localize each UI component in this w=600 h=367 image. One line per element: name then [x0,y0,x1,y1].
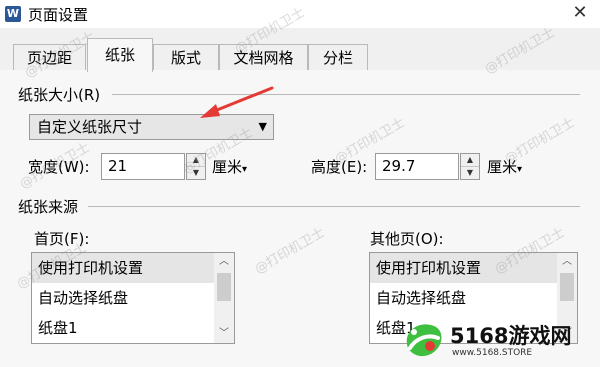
logo-url: www.5168.STORE [452,348,533,358]
red-arrow-annotation [200,86,274,118]
scroll-thumb[interactable] [560,273,574,301]
paper-size-group-label: 纸张大小(R) [18,86,101,104]
tab-columns[interactable]: 分栏 [308,44,368,70]
tab-paper[interactable]: 纸张 [87,38,153,72]
list-item[interactable]: 自动选择纸盘 [32,283,216,313]
site-logo: 5168游戏网 www.5168.STORE [400,318,590,362]
height-input[interactable]: 29.7 [375,153,459,180]
caret-down-icon: ▾ [517,164,523,175]
tab-document-grid[interactable]: 文档网格 [219,44,308,70]
group-divider [112,94,580,95]
other-pages-label: 其他页(O): [370,230,444,248]
width-input[interactable]: 21 [101,153,185,180]
dialog-title: 页面设置 [28,6,89,24]
spin-up-icon[interactable]: ▲ [461,154,479,167]
tab-layout[interactable]: 版式 [153,44,219,70]
logo-name: 5168游戏网 [450,324,572,348]
scroll-down-icon[interactable]: ﹀ [214,325,234,343]
scrollbar[interactable]: ︿ ﹀ [214,253,234,343]
scroll-up-icon[interactable]: ︿ [557,253,577,271]
paper-size-selected: 自定义纸张尺寸 [37,118,143,136]
logo-mark-icon [406,324,442,357]
spin-down-icon[interactable]: ▼ [461,167,479,179]
group-divider [88,206,580,207]
paper-source-group-label: 纸张来源 [18,198,79,216]
height-spinner[interactable]: ▲ ▼ [460,153,480,180]
wps-writer-icon: W [5,6,21,22]
list-item[interactable]: 自动选择纸盘 [370,283,559,313]
scroll-thumb[interactable] [217,273,231,301]
caret-down-icon: ▾ [242,164,248,175]
list-item[interactable]: 纸盘1 [32,313,216,343]
scroll-up-icon[interactable]: ︿ [214,253,234,271]
close-icon[interactable]: ✕ [568,1,592,25]
